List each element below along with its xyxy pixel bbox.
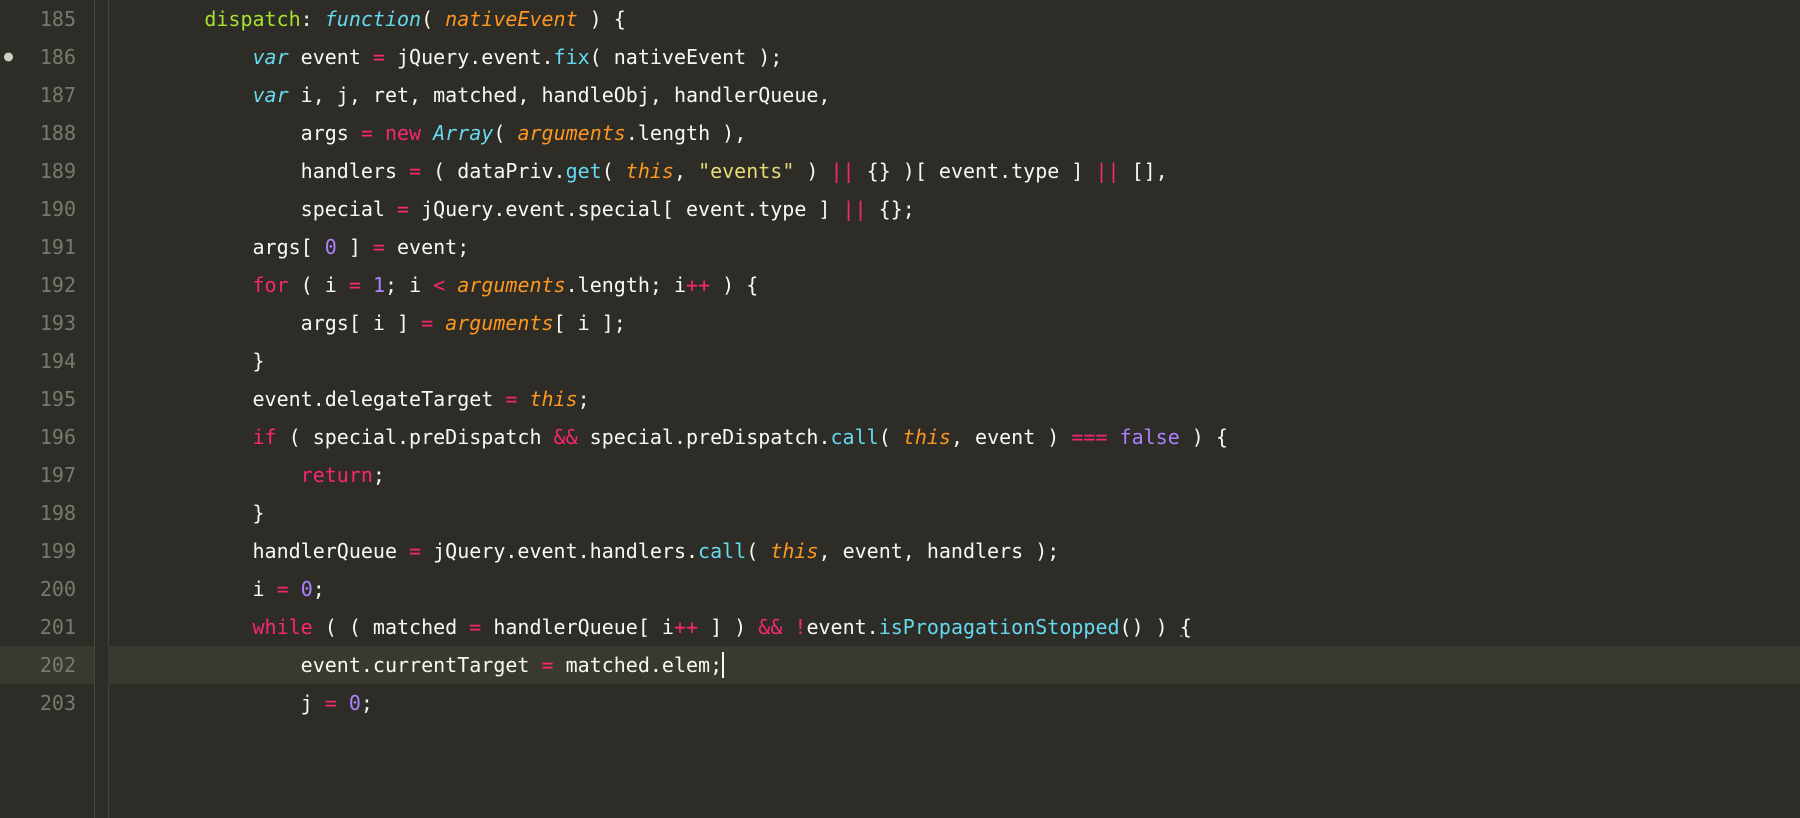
code-line[interactable]: i = 0; — [108, 570, 1800, 608]
code-editor[interactable]: 1851861871881891901911921931941951961971… — [0, 0, 1800, 818]
code-line[interactable]: } — [108, 342, 1800, 380]
code-line[interactable]: special = jQuery.event.special[ event.ty… — [108, 190, 1800, 228]
code-line[interactable]: for ( i = 1; i < arguments.length; i++ )… — [108, 266, 1800, 304]
line-number: 192 — [0, 266, 94, 304]
line-number: 201 — [0, 608, 94, 646]
code-line[interactable]: args = new Array( arguments.length ), — [108, 114, 1800, 152]
code-line[interactable]: while ( ( matched = handlerQueue[ i++ ] … — [108, 608, 1800, 646]
code-line[interactable]: j = 0; — [108, 684, 1800, 722]
line-number: 195 — [0, 380, 94, 418]
code-line[interactable]: if ( special.preDispatch && special.preD… — [108, 418, 1800, 456]
code-line[interactable]: event.delegateTarget = this; — [108, 380, 1800, 418]
code-line[interactable]: handlers = ( dataPriv.get( this, "events… — [108, 152, 1800, 190]
line-number: 191 — [0, 228, 94, 266]
line-number: 198 — [0, 494, 94, 532]
code-line[interactable]: var i, j, ret, matched, handleObj, handl… — [108, 76, 1800, 114]
code-line[interactable]: return; — [108, 456, 1800, 494]
code-line[interactable]: dispatch: function( nativeEvent ) { — [108, 0, 1800, 38]
code-line[interactable]: } — [108, 494, 1800, 532]
line-number: 202 — [0, 646, 94, 684]
code-line[interactable]: args[ 0 ] = event; — [108, 228, 1800, 266]
code-line[interactable]: event.currentTarget = matched.elem; — [108, 646, 1800, 684]
line-number: 190 — [0, 190, 94, 228]
line-number: 188 — [0, 114, 94, 152]
code-line[interactable]: handlerQueue = jQuery.event.handlers.cal… — [108, 532, 1800, 570]
line-number: 197 — [0, 456, 94, 494]
code-line[interactable]: var event = jQuery.event.fix( nativeEven… — [108, 38, 1800, 76]
code-area[interactable]: dispatch: function( nativeEvent ) { var … — [94, 0, 1800, 818]
line-number: 203 — [0, 684, 94, 722]
modified-dot-icon — [4, 53, 13, 62]
line-number: 186 — [0, 38, 94, 76]
line-number-gutter: 1851861871881891901911921931941951961971… — [0, 0, 94, 818]
line-number: 199 — [0, 532, 94, 570]
line-number: 187 — [0, 76, 94, 114]
line-number: 185 — [0, 0, 94, 38]
text-cursor — [722, 652, 724, 678]
code-line[interactable]: args[ i ] = arguments[ i ]; — [108, 304, 1800, 342]
line-number: 193 — [0, 304, 94, 342]
line-number: 196 — [0, 418, 94, 456]
line-number: 194 — [0, 342, 94, 380]
line-number: 189 — [0, 152, 94, 190]
line-number: 200 — [0, 570, 94, 608]
